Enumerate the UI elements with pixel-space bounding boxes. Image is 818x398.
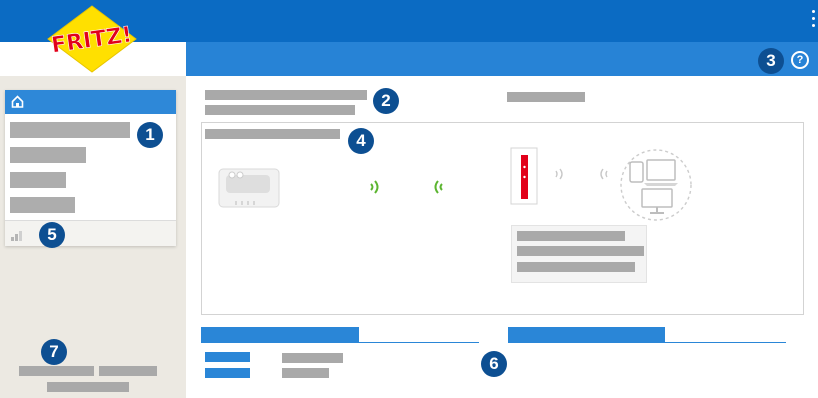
footer-link-2[interactable] [99,366,157,376]
nav-item-3[interactable] [10,172,66,188]
section-value-1 [282,353,343,363]
callout-badge-7: 7 [41,339,67,365]
connection-overview-panel [201,122,804,315]
nav-item-home[interactable] [5,90,176,114]
box-modem-icon[interactable] [218,167,280,209]
callout-badge-2: 2 [373,88,399,114]
callout-badge-5: 5 [39,222,65,248]
callout-badge-1: 1 [137,122,163,148]
router-info-line-1 [517,231,625,241]
nav-footer [5,220,176,246]
section-link-2[interactable] [205,368,250,378]
header-status-text [507,92,585,102]
nav-item-1[interactable] [10,122,130,138]
wifi-waves-right-icon [370,180,379,194]
wifi-waves-left-icon [434,180,443,194]
help-circle-icon[interactable]: ? [791,51,809,69]
tab-right-underline [508,342,786,343]
nav-item-4[interactable] [10,197,75,213]
kebab-menu-icon[interactable] [812,10,816,28]
fritz-logo[interactable]: FRITZ! [46,4,138,74]
section-value-2 [282,368,329,378]
tab-left[interactable] [201,327,359,342]
router-info-line-3 [517,262,635,272]
page-title-bar [186,42,818,76]
product-name-text [205,90,367,100]
navigation-menu [5,90,176,246]
router-info-line-2 [517,246,644,256]
connected-devices-icon[interactable] [617,147,695,223]
fritzbox-router-icon[interactable] [510,147,538,205]
callout-badge-6: 6 [481,351,507,377]
footer-link-1[interactable] [19,366,94,376]
callout-badge-4: 4 [348,128,374,154]
product-subtitle-text [205,105,355,115]
signal-bars-icon[interactable] [11,229,25,241]
overview-title [205,129,340,139]
router-wifi-out-icon [555,168,563,180]
tab-left-underline [201,342,479,343]
tab-right[interactable] [508,327,665,342]
device-wifi-in-icon [600,168,608,180]
home-icon [11,95,24,108]
section-link-1[interactable] [205,352,250,362]
callout-badge-3: 3 [758,48,784,74]
footer-link-3[interactable] [47,382,129,392]
nav-item-2[interactable] [10,147,86,163]
router-info-box [511,225,647,283]
